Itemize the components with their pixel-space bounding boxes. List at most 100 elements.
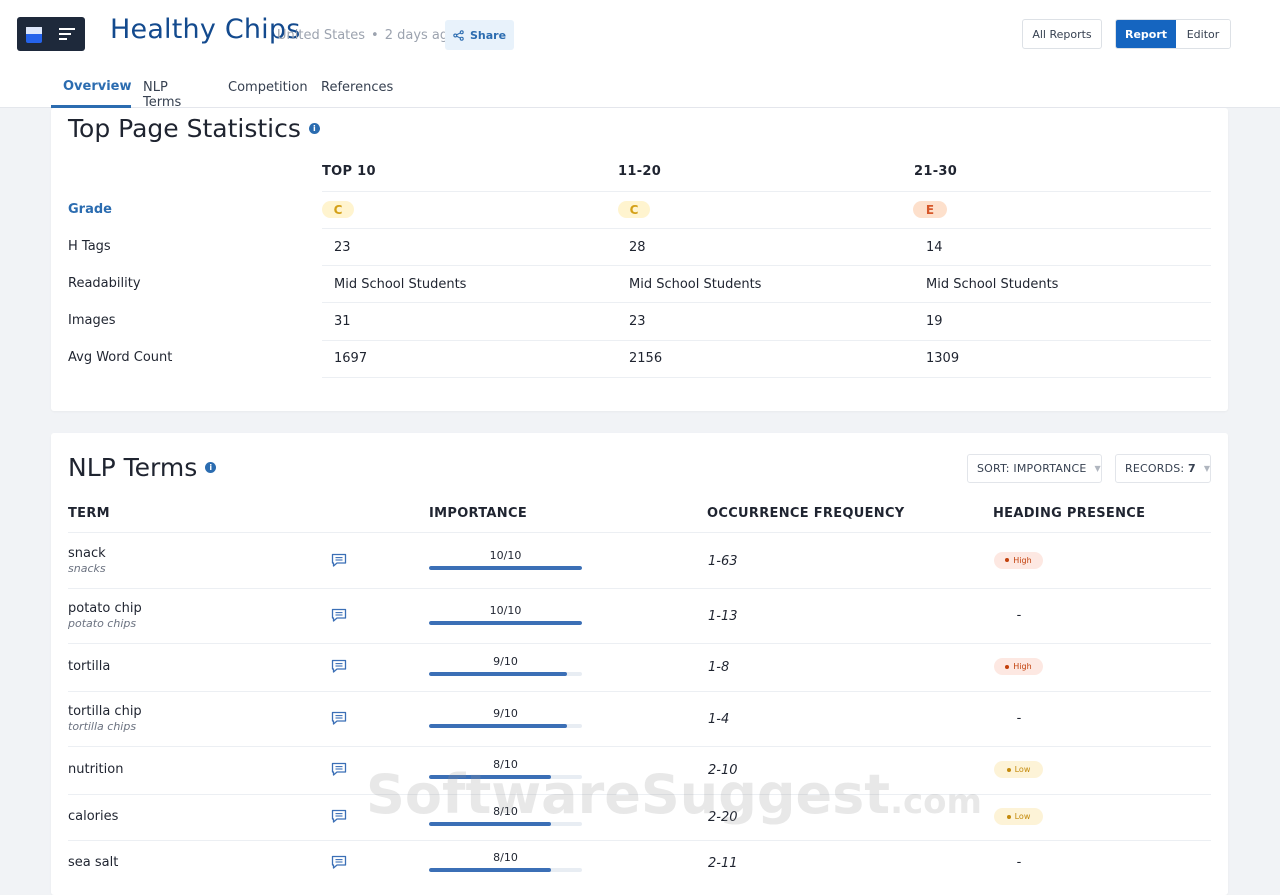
records-dropdown[interactable]: RECORDS: 7 ▼: [1115, 454, 1211, 483]
tab-competition[interactable]: Competition: [216, 70, 309, 108]
term-variant: tortilla chips: [68, 719, 137, 733]
grade-badge: E: [913, 201, 947, 218]
stats-title: Top Page Statistics i: [68, 114, 320, 143]
importance-label: 9/10: [493, 655, 518, 668]
importance-bar: [429, 565, 582, 570]
term-name: calories: [68, 809, 119, 824]
comment-icon[interactable]: [331, 658, 347, 673]
importance-bar: [429, 723, 582, 728]
comment-icon[interactable]: [331, 808, 347, 823]
heading-presence-badge: High: [994, 551, 1043, 569]
heading-presence-empty: -: [1016, 710, 1022, 726]
presence-label: High: [1013, 555, 1032, 565]
status-dot-icon: [1006, 767, 1011, 772]
row-divider: [68, 691, 1211, 692]
stats-title-text: Top Page Statistics: [68, 114, 301, 143]
stats-col-header: 11-20: [618, 164, 662, 179]
importance-bar-fill: [429, 822, 552, 826]
row-divider: [68, 588, 1211, 589]
sort-label: SORT: IMPORTANCE: [977, 462, 1087, 475]
report-view-button[interactable]: Report: [1116, 20, 1176, 48]
term-name: tortilla chip: [68, 703, 142, 719]
meta-separator: •: [371, 28, 379, 43]
grade-badge: C: [618, 201, 650, 218]
stats-cell: Mid School Students: [926, 277, 1059, 292]
app-menu-button[interactable]: [17, 17, 85, 51]
occurrence-frequency: 2-20: [708, 810, 738, 825]
view-toggle: Report Editor: [1115, 19, 1231, 49]
importance-bar-fill: [429, 775, 552, 779]
stats-row-label: H Tags: [68, 239, 111, 254]
term-name: potato chip: [68, 600, 142, 616]
row-divider: [322, 228, 1211, 229]
top-page-statistics-card: Top Page Statistics i TOP 10 11-20 21-30 …: [51, 108, 1228, 411]
comment-icon[interactable]: [331, 607, 347, 622]
tab-references[interactable]: References: [309, 70, 405, 108]
nlp-title: NLP Terms i: [68, 453, 217, 482]
importance-bar: [429, 672, 582, 676]
all-reports-button[interactable]: All Reports: [1022, 19, 1102, 49]
row-divider: [68, 532, 1211, 533]
menu-icon: [59, 28, 75, 40]
stats-cell: 19: [926, 314, 943, 329]
tab-nlp-terms[interactable]: NLP Terms: [131, 70, 216, 110]
importance-bar: [429, 775, 582, 779]
heading-presence-badge: Low: [994, 761, 1043, 778]
nlp-terms-card: NLP Terms i SORT: IMPORTANCE ▼ RECORDS: 7 ▼…: [51, 433, 1228, 895]
presence-label: Low: [1014, 812, 1031, 821]
nlp-col-header: TERM: [68, 506, 110, 521]
comment-icon[interactable]: [331, 552, 347, 567]
editor-view-button[interactable]: Editor: [1176, 20, 1230, 48]
share-button[interactable]: Share: [445, 20, 514, 50]
row-divider: [322, 302, 1211, 303]
comment-icon[interactable]: [331, 854, 347, 869]
nlp-col-header: OCCURRENCE FREQUENCY: [707, 506, 905, 521]
importance-label: 8/10: [493, 758, 518, 771]
stats-col-header: 21-30: [914, 164, 958, 179]
nlp-title-text: NLP Terms: [68, 453, 198, 482]
comment-icon[interactable]: [331, 761, 347, 776]
occurrence-frequency: 2-10: [708, 763, 738, 778]
heading-presence-badge: High: [994, 658, 1043, 675]
importance-bar: [429, 620, 582, 625]
report-meta: United States • 2 days ago: [277, 28, 456, 43]
stats-col-header: TOP 10: [322, 164, 376, 179]
presence-label: High: [1013, 662, 1032, 671]
stats-row-label: Images: [68, 313, 116, 328]
row-divider: [68, 643, 1211, 644]
app-logo-icon: [26, 27, 42, 43]
sort-dropdown[interactable]: SORT: IMPORTANCE ▼: [967, 454, 1102, 483]
stats-cell: 28: [629, 240, 646, 255]
stats-cell: 23: [629, 314, 646, 329]
row-divider: [322, 265, 1211, 266]
stats-cell: 23: [334, 240, 351, 255]
heading-presence-empty: -: [1016, 854, 1022, 870]
importance-bar-fill: [429, 672, 567, 676]
importance-bar: [429, 867, 582, 872]
stats-row-label: Readability: [68, 276, 141, 291]
occurrence-frequency: 1-8: [708, 660, 730, 675]
importance-label: 9/10: [493, 706, 518, 720]
term-name: tortilla: [68, 659, 111, 674]
occurrence-frequency: 1-4: [708, 711, 730, 727]
importance-label: 10/10: [489, 603, 522, 617]
comment-icon[interactable]: [331, 710, 347, 725]
presence-label: Low: [1014, 765, 1031, 774]
occurrence-frequency: 1-63: [708, 553, 738, 569]
status-dot-icon: [1005, 558, 1010, 562]
occurrence-frequency: 2-11: [708, 855, 738, 871]
location-text: United States: [277, 28, 366, 43]
info-icon[interactable]: i: [308, 122, 320, 134]
info-icon[interactable]: i: [205, 461, 217, 473]
stats-cell: 2156: [629, 351, 663, 366]
occurrence-frequency: 1-13: [708, 608, 738, 624]
importance-label: 8/10: [493, 850, 518, 864]
row-divider: [322, 377, 1211, 378]
status-dot-icon: [1005, 664, 1010, 669]
importance-bar-fill: [429, 565, 582, 570]
importance-bar-fill: [429, 620, 582, 625]
tab-overview[interactable]: Overview: [51, 70, 132, 108]
row-divider: [322, 191, 1211, 192]
row-divider: [68, 746, 1211, 747]
stats-cell: 14: [926, 240, 943, 255]
